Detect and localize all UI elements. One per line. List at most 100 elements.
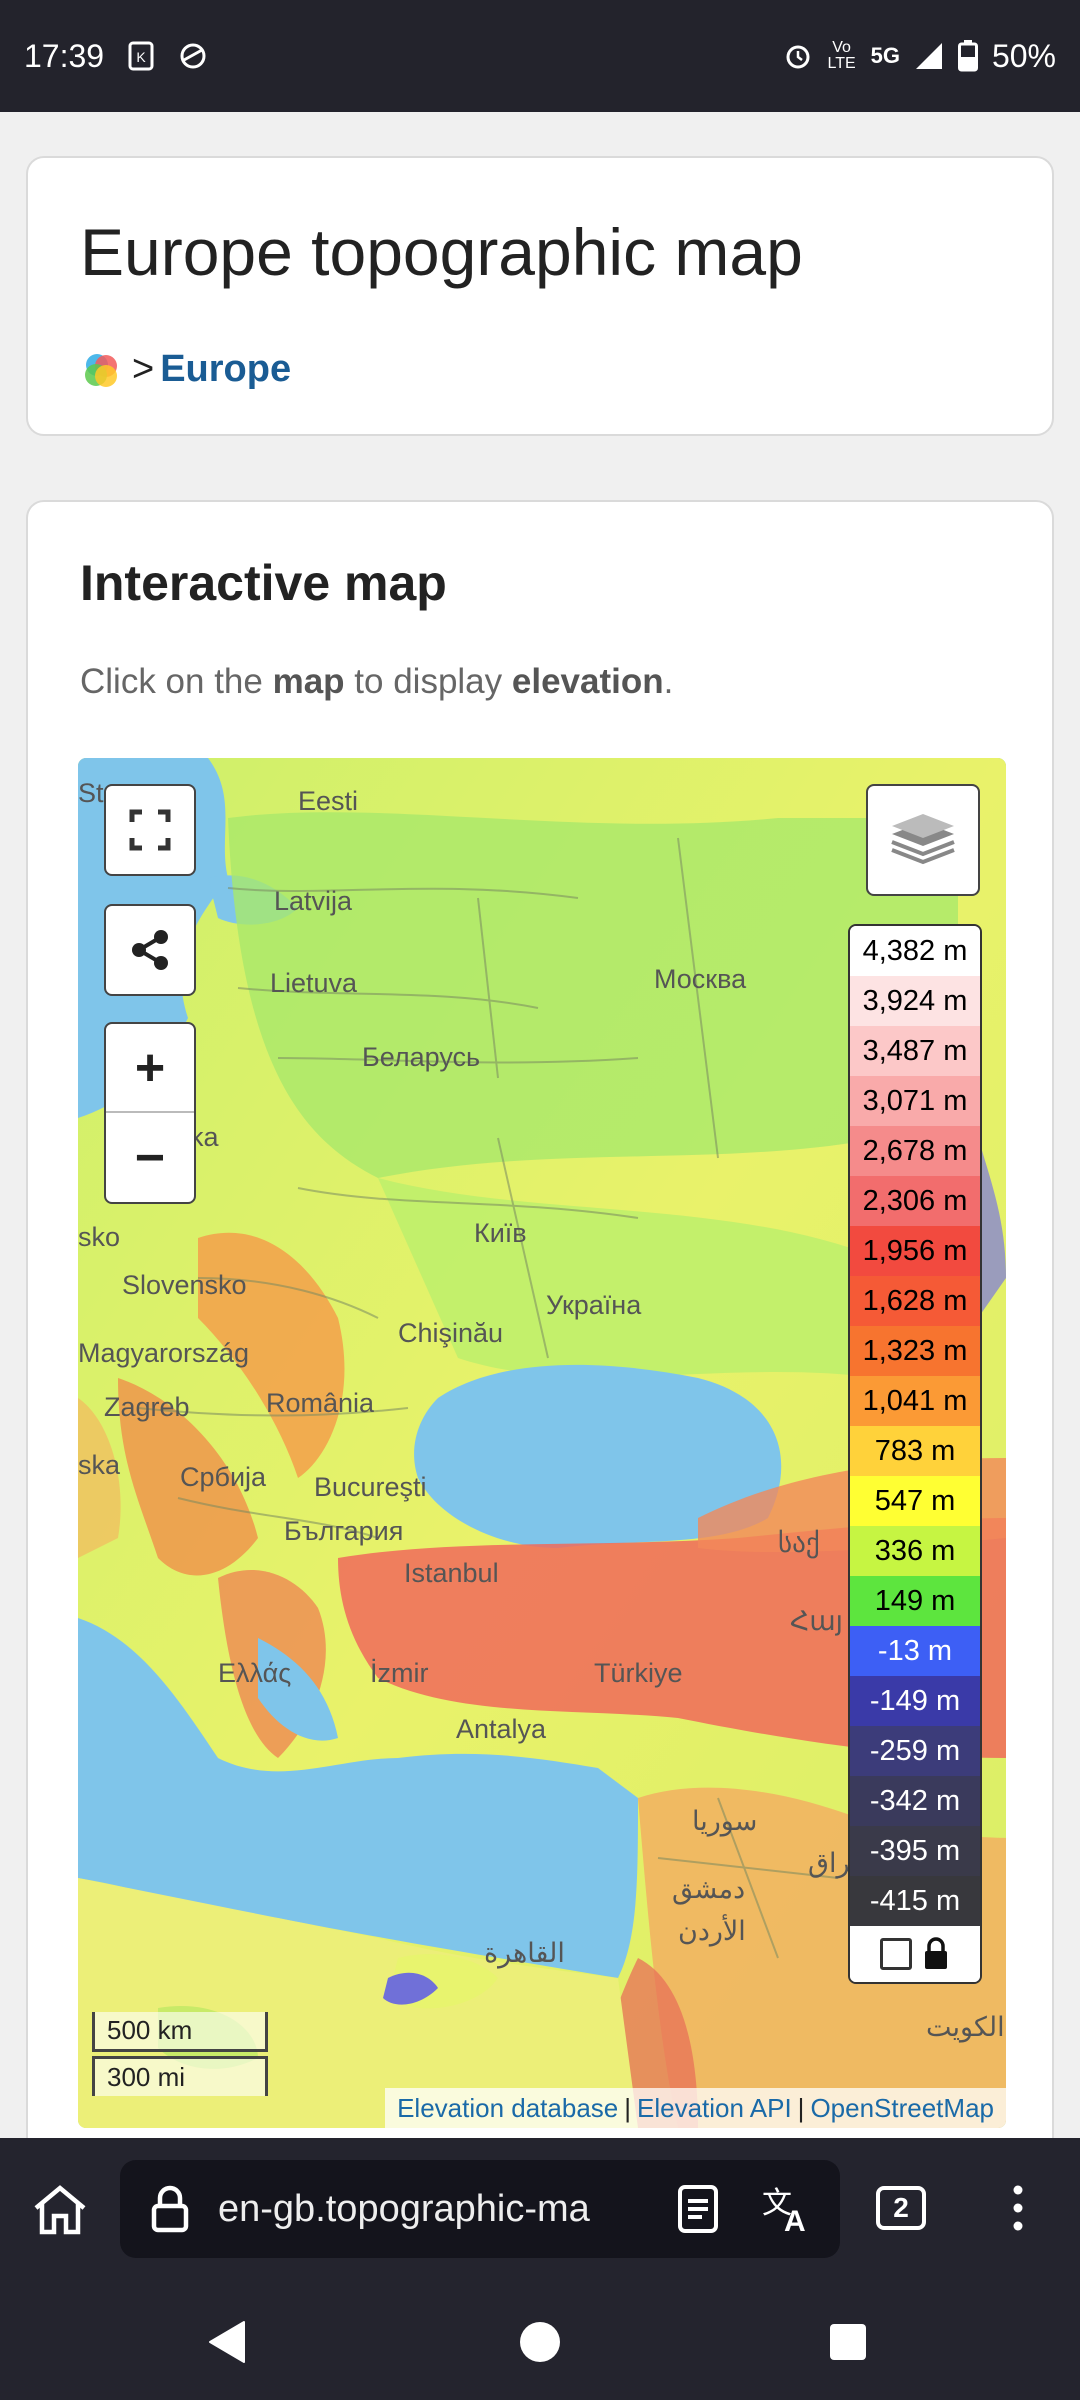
map-instructions: Click on the map to display elevation. (80, 662, 674, 701)
vpn-icon (180, 43, 206, 69)
legend-row: 4,382 m (850, 926, 980, 976)
lock-icon[interactable] (922, 1937, 950, 1971)
map-label: İzmir (370, 1658, 429, 1688)
battery-icon (957, 40, 978, 72)
legend-row: 1,041 m (850, 1376, 980, 1426)
breadcrumb-europe-link[interactable]: Europe (160, 348, 291, 391)
layers-icon (891, 814, 955, 865)
map-label: Bucureşti (314, 1472, 427, 1502)
fullscreen-button[interactable] (104, 784, 196, 876)
legend-row: 783 m (850, 1426, 980, 1476)
openstreetmap-link[interactable]: OpenStreetMap (810, 2093, 994, 2124)
zoom-control: + − (104, 1022, 196, 1204)
status-time: 17:39 (24, 37, 105, 74)
map-label: საქ (778, 1528, 820, 1558)
site-logo-icon[interactable] (80, 349, 122, 391)
scale-km: 500 km (92, 2012, 268, 2052)
legend-row: 1,323 m (850, 1326, 980, 1376)
legend-row: 3,071 m (850, 1076, 980, 1126)
web-page: Europe topographic map > Europe Interact… (0, 112, 1080, 2138)
svg-text:A: A (784, 2205, 806, 2235)
alarm-icon (786, 45, 810, 69)
lock-icon (151, 2185, 189, 2233)
map-label: Lietuva (270, 968, 358, 998)
tabs-button[interactable]: 2 (876, 2186, 926, 2230)
network-type: 5G (870, 43, 900, 68)
map-label: Ελλάς (218, 1658, 292, 1688)
legend-row: 1,956 m (850, 1226, 980, 1276)
browser-toolbar: en-gb.topographic-ma 文A 2 (0, 2138, 1080, 2278)
scale-mi: 300 mi (92, 2056, 268, 2096)
header-card: Europe topographic map > Europe (26, 156, 1054, 436)
legend-row: -415 m (850, 1876, 980, 1926)
legend-row: 3,487 m (850, 1026, 980, 1076)
legend-row: 3,924 m (850, 976, 980, 1026)
share-button[interactable] (104, 904, 196, 996)
map-label: Istanbul (404, 1558, 499, 1588)
map-label: سوريا (692, 1806, 758, 1836)
map-label: القاهرة (484, 1938, 565, 1968)
legend-row: -259 m (850, 1726, 980, 1776)
signal-icon (915, 43, 942, 69)
more-options-icon[interactable] (1008, 2182, 1028, 2234)
fullscreen-icon (129, 809, 171, 851)
legend-footer (850, 1926, 980, 1982)
legend-checkbox[interactable] (880, 1938, 912, 1970)
home-icon[interactable] (32, 2184, 88, 2236)
layers-button[interactable] (866, 784, 980, 896)
map-label: sko (78, 1222, 121, 1252)
map-label: Türkiye (594, 1658, 683, 1688)
map-label: Chişinău (398, 1318, 504, 1348)
svg-text:K: K (136, 49, 146, 65)
volte-indicator: Vo LTE (827, 39, 856, 72)
zoom-out-button[interactable]: − (106, 1113, 194, 1202)
url-bar[interactable]: en-gb.topographic-ma 文A (120, 2160, 840, 2258)
legend-row: 149 m (850, 1576, 980, 1626)
legend-row: 2,678 m (850, 1126, 980, 1176)
legend-row: -149 m (850, 1676, 980, 1726)
home-nav-icon[interactable] (518, 2320, 562, 2364)
map-label: Беларусь (362, 1042, 481, 1072)
share-icon (132, 930, 168, 970)
map-label: الكويت (926, 2012, 1005, 2042)
legend-row: 1,628 m (850, 1276, 980, 1326)
map-label: دمشق (672, 1874, 746, 1904)
section-title: Interactive map (80, 555, 447, 611)
map-label: Հայ (790, 1606, 843, 1636)
reader-mode-icon[interactable] (676, 2183, 720, 2235)
legend-row: -13 m (850, 1626, 980, 1676)
map-label: România (266, 1388, 375, 1418)
topographic-map[interactable]: Eesti Latvija Lietuva Москва Беларусь Ки… (78, 758, 1006, 2128)
page-title: Europe topographic map (80, 215, 803, 289)
notification-app-icon: K (128, 41, 154, 71)
map-label: Latvija (274, 886, 353, 916)
url-text: en-gb.topographic-ma (218, 2187, 590, 2230)
legend-row: 336 m (850, 1526, 980, 1576)
back-icon[interactable] (206, 2320, 246, 2364)
map-attribution: Elevation database | Elevation API | Ope… (385, 2088, 1006, 2128)
map-label: България (284, 1516, 404, 1546)
elevation-legend: 4,382 m 3,924 m 3,487 m 3,071 m 2,678 m 2,306… (848, 924, 982, 1984)
elevation-database-link[interactable]: Elevation database (397, 2093, 618, 2124)
legend-row: -395 m (850, 1826, 980, 1876)
map-label: Србија (180, 1462, 267, 1492)
map-label: Україна (546, 1290, 642, 1320)
status-bar: 17:39 K Vo LTE 5G 50% (0, 0, 1080, 112)
system-nav-bar (0, 2278, 1080, 2400)
map-label: ska (78, 1450, 121, 1480)
map-label: Zagreb (104, 1392, 190, 1422)
recents-icon[interactable] (828, 2322, 868, 2362)
zoom-in-button[interactable]: + (106, 1024, 194, 1114)
breadcrumb-separator: > (132, 348, 155, 390)
elevation-api-link[interactable]: Elevation API (637, 2093, 792, 2124)
map-label: Київ (474, 1218, 527, 1248)
battery-percent: 50% (991, 37, 1056, 74)
legend-row: 2,306 m (850, 1176, 980, 1226)
legend-row: 547 m (850, 1476, 980, 1526)
translate-icon[interactable]: 文A (760, 2183, 816, 2235)
map-label: Eesti (298, 786, 359, 816)
interactive-map-card: Interactive map Click on the map to disp… (26, 500, 1054, 2138)
map-label: الأردن (678, 1916, 746, 1946)
map-label: Magyarország (78, 1338, 250, 1368)
map-label: Slovensko (122, 1270, 247, 1300)
